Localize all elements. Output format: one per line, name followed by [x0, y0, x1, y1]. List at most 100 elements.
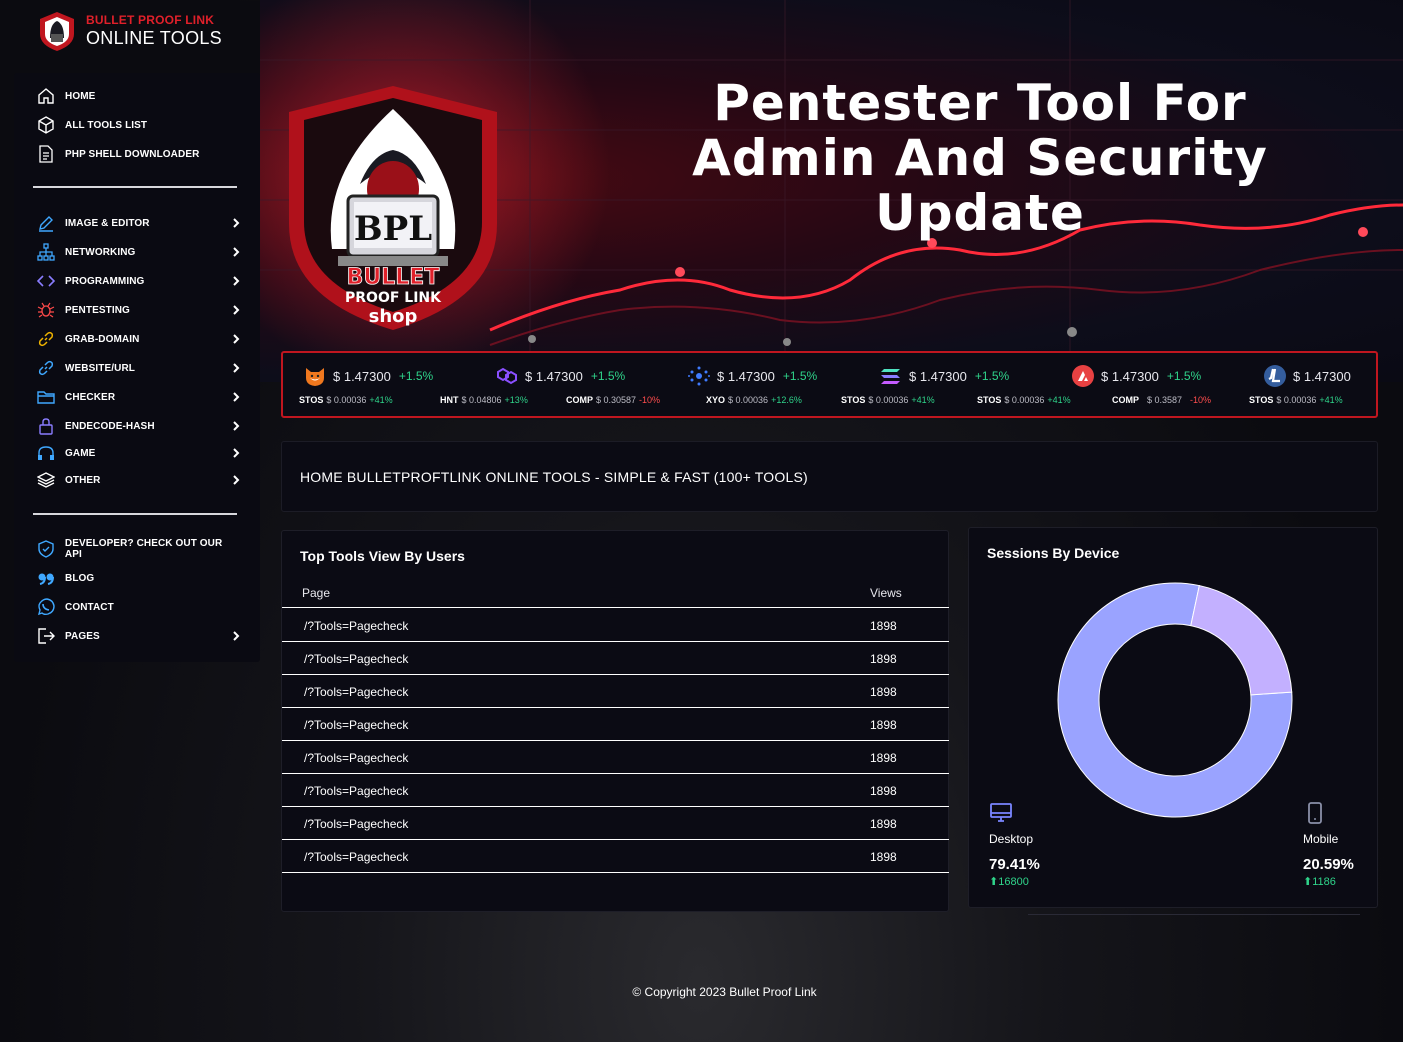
avalanche-icon	[1071, 364, 1095, 388]
polygon-icon	[495, 364, 519, 388]
crypto-ticker: $ 1.47300 +1.5% STOS $ 0.00036 +41% $ 1.47…	[281, 351, 1378, 418]
sidebar-item-game[interactable]: GAME	[36, 441, 241, 465]
table-row[interactable]: /?Tools=Pagecheck 1898	[282, 741, 949, 774]
device-label: Desktop	[989, 832, 1034, 846]
sidebar-item-blog[interactable]: BLOG	[36, 566, 241, 590]
sidebar-item-developer-api[interactable]: DEVELOPER? CHECK OUT OUR API	[36, 537, 241, 561]
banner-title: Pentester Tool For Admin And Security Up…	[580, 76, 1380, 241]
chevron-right-icon	[233, 305, 240, 315]
sessions-card: Sessions By Device Desktop 79.41% ⬆16800…	[968, 527, 1378, 908]
file-icon	[36, 144, 56, 164]
sidebar-item-label: GAME	[65, 447, 96, 459]
sidebar-item-website-url[interactable]: WEBSITE/URL	[36, 356, 241, 380]
shield-icon	[36, 539, 56, 559]
sidebar-item-pentesting[interactable]: PENTESTING	[36, 298, 241, 322]
sidebar-item-image-editor[interactable]: IMAGE & EDITOR	[36, 211, 241, 235]
table-row[interactable]: /?Tools=Pagecheck 1898	[282, 708, 949, 741]
ticker-item: $ 1.47300 +1.5% STOS $ 0.00036 +41%	[841, 353, 1231, 416]
sidebar-divider	[33, 513, 237, 515]
sidebar-item-contact[interactable]: CONTACT	[36, 595, 241, 619]
sidebar-item-all-tools[interactable]: ALL TOOLS LIST	[36, 113, 241, 137]
sidebar-item-networking[interactable]: NETWORKING	[36, 240, 241, 264]
arrow-up-icon: ⬆	[989, 876, 999, 888]
svg-text:BULLET: BULLET	[347, 265, 440, 290]
chevron-right-icon	[233, 276, 240, 286]
sidebar-item-label: BLOG	[65, 572, 95, 584]
donut-segment-mobile[interactable]	[1190, 584, 1293, 696]
brand-logo-icon	[40, 12, 74, 51]
hero-banner: BPL BULLET PROOF LINK shop Pentester Too…	[260, 0, 1403, 382]
sidebar-item-endecode-hash[interactable]: ENDECODE-HASH	[36, 414, 241, 438]
chevron-right-icon	[233, 247, 240, 257]
shop-logo: BPL BULLET PROOF LINK shop	[289, 86, 497, 330]
arrow-up-icon: ⬆	[1303, 876, 1313, 888]
table-row[interactable]: /?Tools=Pagecheck 1898	[282, 807, 949, 840]
mobile-icon	[1308, 802, 1322, 824]
logout-icon	[36, 626, 56, 646]
sidebar-item-label: PENTESTING	[65, 304, 130, 316]
chevron-right-icon	[233, 218, 240, 228]
sidebar-item-php-shell[interactable]: PHP SHELL DOWNLOADER	[36, 142, 241, 166]
desktop-icon	[990, 803, 1012, 822]
table-header: Page Views	[282, 584, 949, 608]
device-count: ⬆1186	[1303, 876, 1336, 888]
sidebar-item-label: PAGES	[65, 630, 100, 642]
card-title: Sessions By Device	[987, 545, 1120, 561]
table-row[interactable]: /?Tools=Pagecheck 1898	[282, 675, 949, 708]
table-row[interactable]: /?Tools=Pagecheck 1898	[282, 774, 949, 807]
ticker-item: $ 1.47300 +1.5% HNT $ 0.04806 +13%	[440, 353, 655, 416]
cardano-icon	[687, 364, 711, 388]
svg-text:shop: shop	[369, 306, 418, 327]
chevron-right-icon	[233, 363, 240, 373]
sidebar-item-label: PHP SHELL DOWNLOADER	[65, 148, 200, 160]
top-tools-card: Top Tools View By Users Page Views /?Too…	[281, 530, 949, 912]
sidebar-item-label: PROGRAMMING	[65, 275, 145, 287]
sidebar-item-pages[interactable]: PAGES	[36, 624, 241, 648]
sidebar-item-programming[interactable]: PROGRAMMING	[36, 269, 241, 293]
sessions-donut-chart	[1057, 582, 1293, 818]
ticker-item: $ 1.47300 +1.5% COMP $ 0.30587 -10%	[566, 353, 847, 416]
sidebar-item-checker[interactable]: CHECKER	[36, 385, 241, 409]
sidebar-item-label: WEBSITE/URL	[65, 362, 135, 374]
chevron-right-icon	[233, 334, 240, 344]
sidebar-item-grab-domain[interactable]: GRAB-DOMAIN	[36, 327, 241, 351]
ticker-item: $ 1.47300	[1263, 353, 1403, 416]
sidebar-item-label: OTHER	[65, 474, 101, 486]
lock-icon	[36, 416, 56, 436]
headset-icon	[36, 443, 56, 463]
ticker-item: $ 1.47300 +1.5% XYO $ 0.00036 +12.6%	[706, 353, 1039, 416]
sidebar-item-label: DEVELOPER? CHECK OUT OUR API	[64, 538, 223, 560]
column-header-views: Views	[870, 586, 902, 600]
sidebar-item-home[interactable]: HOME	[36, 84, 241, 108]
chevron-right-icon	[233, 392, 240, 402]
sidebar-item-label: ALL TOOLS LIST	[65, 119, 148, 131]
chevron-right-icon	[233, 631, 240, 641]
bug-icon	[36, 300, 56, 320]
sidebar-item-label: NETWORKING	[65, 246, 136, 258]
url-icon	[36, 358, 56, 378]
chevron-right-icon	[233, 475, 240, 485]
link-icon	[36, 329, 56, 349]
brand-line-1: BULLET PROOF LINK	[86, 13, 215, 27]
table-row[interactable]: /?Tools=Pagecheck 1898	[282, 642, 949, 675]
chevron-right-icon	[233, 448, 240, 458]
whatsapp-icon	[36, 597, 56, 617]
box-icon	[36, 115, 56, 135]
page-heading-panel: HOME BULLETPROFTLINK ONLINE TOOLS - SIMP…	[281, 441, 1378, 512]
column-header-page: Page	[302, 586, 331, 600]
table-row[interactable]: /?Tools=Pagecheck 1898	[282, 609, 949, 642]
banner-title-line-1: Pentester Tool For	[713, 74, 1247, 132]
quote-icon	[36, 568, 56, 588]
ticker-item: STOS $ 0.00036 +41% COMP $ 0.3587 -10% STOS $…	[977, 395, 1343, 405]
home-icon	[36, 86, 56, 106]
sidebar-item-other[interactable]: OTHER	[36, 468, 241, 492]
sidebar: HOME ALL TOOLS LIST PHP SHELL DOWNLOADER…	[14, 73, 260, 662]
brand[interactable]: BULLET PROOF LINK ONLINE TOOLS	[36, 10, 222, 52]
chevron-right-icon	[233, 421, 240, 431]
sidebar-item-label: CHECKER	[65, 391, 116, 403]
device-percent: 20.59%	[1303, 856, 1354, 873]
layers-icon	[36, 470, 56, 490]
device-percent: 79.41%	[989, 856, 1040, 873]
table-row[interactable]: /?Tools=Pagecheck 1898	[282, 840, 949, 873]
device-count: ⬆16800	[989, 876, 1029, 888]
